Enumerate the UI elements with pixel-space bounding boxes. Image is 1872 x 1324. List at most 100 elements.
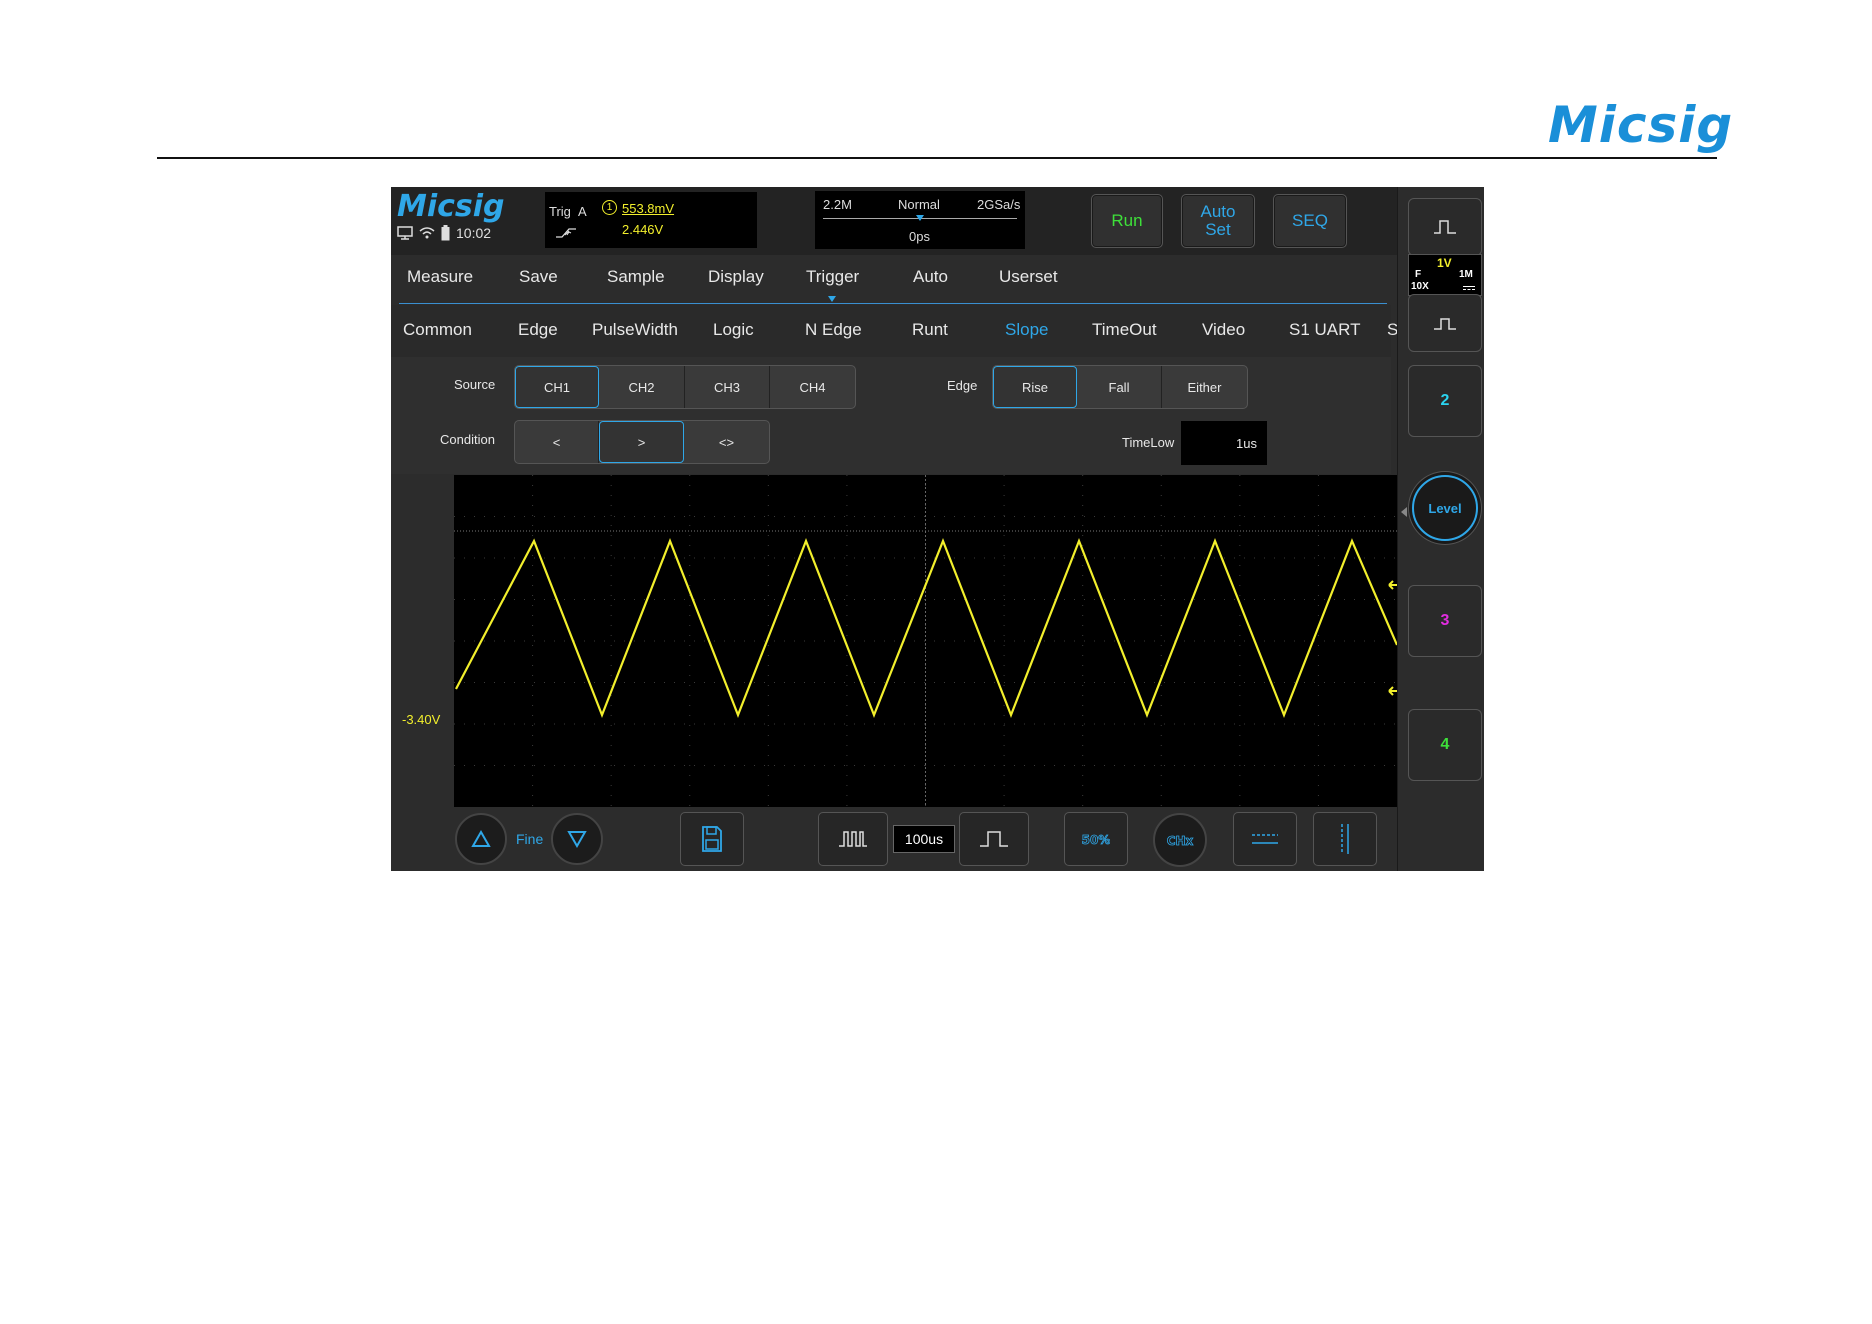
ch1-scale-up-button[interactable]	[1408, 198, 1482, 256]
fifty-percent-icon: 50%	[1082, 833, 1110, 848]
timebase-value: 100us	[893, 825, 955, 853]
trig-channel: A	[578, 204, 587, 219]
timelow-input[interactable]: 1us	[1181, 421, 1267, 465]
menu-save[interactable]: Save	[519, 267, 558, 287]
timelow-label: TimeLow	[1122, 435, 1175, 450]
channel-3-button[interactable]: 3	[1408, 585, 1482, 657]
menu-auto[interactable]: Auto	[913, 267, 948, 287]
edge-either-button[interactable]: Either	[1162, 366, 1247, 408]
scale-down-button[interactable]	[551, 813, 603, 865]
brand-logo: Micsig	[1548, 96, 1734, 154]
source-ch1-button[interactable]: CH1	[515, 366, 599, 408]
menu-trigger[interactable]: Trigger	[806, 267, 859, 287]
wifi-icon	[419, 227, 435, 239]
vertical-cursor-icon	[1341, 824, 1349, 854]
auto-set-button[interactable]: Auto Set	[1181, 194, 1255, 248]
scale-up-button[interactable]	[455, 813, 507, 865]
condition-outside-button[interactable]: <>	[684, 421, 769, 463]
menu-bar: Measure Save Sample Display Trigger Auto…	[391, 255, 1391, 302]
horizontal-cursor-icon	[1252, 834, 1278, 844]
channel-4-button[interactable]: 4	[1408, 709, 1482, 781]
slope-options-panel: Source CH1 CH2 CH3 CH4 Edge Rise Fall Ei…	[391, 357, 1391, 474]
offset-column: -3.40V 1	[391, 475, 469, 807]
trigger-type-n-edge[interactable]: N Edge	[805, 320, 862, 340]
status-time: 10:02	[456, 225, 492, 241]
source-label: Source	[454, 377, 496, 392]
trigger-type-logic[interactable]: Logic	[713, 320, 754, 340]
edge-rise-button[interactable]: Rise	[993, 366, 1077, 408]
source-ch2-button[interactable]: CH2	[599, 366, 685, 408]
sample-rate: 2GSa/s	[977, 197, 1021, 212]
trigger-level-arrow-icon	[1388, 580, 1397, 590]
position-marker	[916, 215, 924, 221]
svg-text:50%: 50%	[1082, 833, 1110, 847]
dense-pulse-icon	[839, 831, 867, 847]
pulse-icon	[1434, 318, 1456, 330]
trig-level: 553.8mV	[622, 201, 675, 216]
menu-display[interactable]: Display	[708, 267, 764, 287]
fine-label[interactable]: Fine	[516, 831, 543, 847]
ch1-coupling: F	[1415, 269, 1422, 280]
trigger-type-pulsewidth[interactable]: PulseWidth	[592, 320, 678, 340]
trigger-type-common[interactable]: Common	[403, 320, 472, 340]
timebase-increase-button[interactable]	[959, 812, 1029, 866]
trigger-type-edge[interactable]: Edge	[518, 320, 558, 340]
ch1-probe: 10X	[1411, 281, 1429, 292]
channel-select-button[interactable]: CHx	[1153, 813, 1207, 867]
channel-2-button[interactable]: 2	[1408, 365, 1482, 437]
condition-selector: < > <>	[514, 420, 770, 464]
save-button[interactable]	[680, 812, 744, 866]
timebase-decrease-button[interactable]	[818, 812, 888, 866]
trigger-info-box[interactable]: Trig A 1 553.8mV 2.446V	[545, 192, 757, 248]
status-row: 10:02	[397, 225, 491, 241]
condition-label: Condition	[440, 432, 495, 447]
trigger-type-slope[interactable]: Slope	[1005, 320, 1048, 340]
battery-icon	[441, 225, 450, 241]
menu-sample[interactable]: Sample	[607, 267, 665, 287]
trigger-type-video[interactable]: Video	[1202, 320, 1245, 340]
trig-value2: 2.446V	[622, 222, 664, 237]
level-pointer-icon	[1401, 507, 1407, 517]
ch1-volts: 1V	[1437, 256, 1452, 270]
run-button[interactable]: Run	[1091, 194, 1163, 248]
source-ch4-button[interactable]: CH4	[770, 366, 855, 408]
channel-icon: CHx	[1166, 834, 1194, 849]
trigger-type-more[interactable]: S	[1387, 320, 1397, 340]
wide-pulse-icon	[980, 831, 1008, 847]
trig-channel-num: 1	[602, 200, 617, 215]
waveform-display[interactable]	[454, 475, 1399, 807]
triangle-down-icon	[567, 831, 587, 848]
header-divider	[157, 157, 1717, 159]
menu-userset[interactable]: Userset	[999, 267, 1058, 287]
menu-divider	[399, 303, 1387, 304]
menu-measure[interactable]: Measure	[407, 267, 473, 287]
menu-selected-indicator	[828, 296, 836, 302]
fifty-percent-button[interactable]: 50%	[1064, 812, 1128, 866]
dc-coupling-icon	[1463, 286, 1475, 287]
condition-less-button[interactable]: <	[515, 421, 599, 463]
trigger-type-runt[interactable]: Runt	[912, 320, 948, 340]
seq-button[interactable]: SEQ	[1273, 194, 1347, 248]
trigger-type-s1-uart[interactable]: S1 UART	[1289, 320, 1361, 340]
acquire-mode: Normal	[898, 197, 940, 212]
oscilloscope-screen: Micsig 10:02 Trig A 1 553.8mV 2.446V 2.2…	[391, 187, 1484, 871]
channel-offset-label: -3.40V	[402, 712, 441, 727]
edge-label: Edge	[947, 378, 978, 393]
pulse-icon	[1434, 220, 1456, 234]
condition-greater-button[interactable]: >	[599, 421, 684, 463]
memory-depth: 2.2M	[823, 197, 852, 212]
trigger-type-timeout[interactable]: TimeOut	[1092, 320, 1157, 340]
dc-coupling-icon-dash	[1463, 289, 1475, 291]
ch1-info-box[interactable]: 1V F 1M 10X	[1408, 254, 1482, 296]
vertical-cursor-button[interactable]	[1313, 812, 1377, 866]
horizontal-cursor-button[interactable]	[1233, 812, 1297, 866]
ch1-scale-down-button[interactable]	[1408, 294, 1482, 352]
source-selector: CH1 CH2 CH3 CH4	[514, 365, 856, 409]
timebase-info-box[interactable]: 2.2M Normal 2GSa/s 0ps	[815, 191, 1025, 249]
edge-fall-button[interactable]: Fall	[1077, 366, 1162, 408]
source-ch3-button[interactable]: CH3	[685, 366, 770, 408]
triangle-up-icon	[471, 830, 491, 847]
level-knob[interactable]: Level	[1412, 475, 1478, 541]
ch1-impedance: 1M	[1459, 269, 1473, 280]
trigger-type-bar: Common Edge PulseWidth Logic N Edge Runt…	[391, 305, 1397, 357]
